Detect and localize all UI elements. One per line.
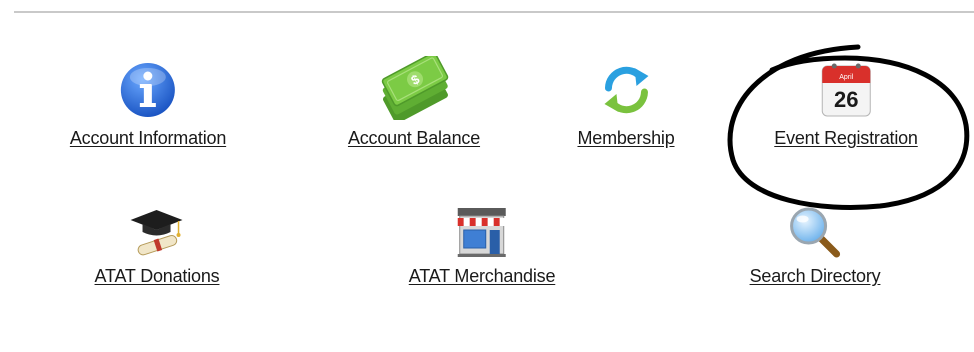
- menu-item-event-registration[interactable]: April 26 Event Registration: [774, 60, 918, 149]
- menu-item-account-information[interactable]: Account Information: [70, 60, 226, 149]
- menu-item-label: Membership: [577, 128, 675, 148]
- menu-item-account-balance[interactable]: $ Account Balance: [348, 56, 480, 149]
- calendar-month: April: [839, 74, 853, 81]
- menu-item-label: ATAT Donations: [94, 266, 220, 286]
- menu-item-label: ATAT Merchandise: [408, 266, 556, 286]
- menu-item-search-directory[interactable]: Search Directory: [750, 206, 881, 287]
- info-icon: [120, 63, 175, 117]
- graduation-cap-icon: [131, 210, 183, 256]
- calendar-icon: April 26: [821, 63, 871, 117]
- menu-item-atat-donations[interactable]: ATAT Donations: [95, 206, 220, 287]
- annotation-circle: [727, 44, 970, 210]
- menu-item-label: Search Directory: [749, 266, 881, 286]
- refresh-icon: [603, 66, 648, 114]
- menu-item-atat-merchandise[interactable]: ATAT Merchandise: [408, 206, 556, 287]
- menu-item-membership[interactable]: Membership: [577, 60, 675, 149]
- menu-item-label: Account Information: [69, 128, 227, 148]
- magnifier-icon: [790, 207, 841, 258]
- store-icon: [458, 208, 506, 257]
- calendar-day: 26: [834, 87, 858, 112]
- menu-item-label: Account Balance: [347, 128, 481, 148]
- top-divider: [14, 11, 974, 13]
- menu-item-label: Event Registration: [774, 128, 918, 148]
- money-icon: $: [381, 56, 449, 120]
